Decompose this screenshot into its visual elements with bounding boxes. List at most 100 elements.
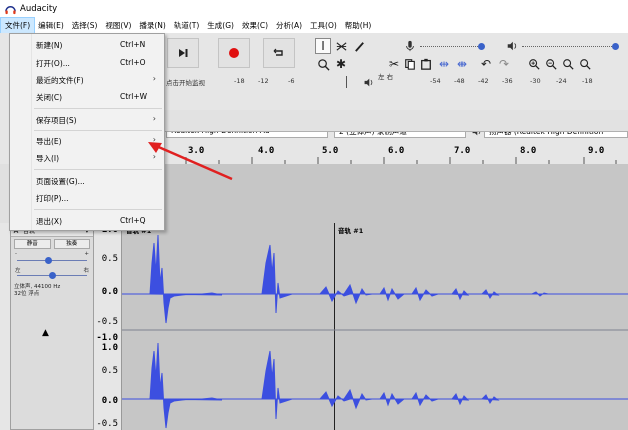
menu-generate[interactable]: 生成(G) bbox=[203, 18, 238, 33]
gain-slider[interactable]: - + bbox=[15, 251, 89, 266]
meter-divider bbox=[346, 76, 347, 88]
amp-label: 0.0 bbox=[101, 287, 118, 297]
track-info-format: 32位 浮点 bbox=[14, 291, 40, 297]
menu-bar: 文件(F) 编辑(E) 选择(S) 视图(V) 播录(N) 轨道(T) 生成(G… bbox=[0, 17, 628, 34]
rec-meter-scale-2: -12 bbox=[258, 77, 269, 85]
rec-meter-scale-3: -6 bbox=[288, 77, 295, 85]
waveform-burst bbox=[451, 288, 470, 301]
menu-item-recent-files[interactable]: 最近的文件(F) › bbox=[11, 71, 164, 89]
amp-label: 0.0 bbox=[101, 396, 118, 406]
trim-audio-icon[interactable]: ⇹ bbox=[436, 56, 452, 72]
waveform-burst bbox=[149, 342, 223, 429]
waveform-burst bbox=[149, 234, 223, 324]
menu-file[interactable]: 文件(F) bbox=[0, 17, 36, 34]
menu-edit[interactable]: 编辑(E) bbox=[34, 18, 68, 33]
menu-tracks[interactable]: 轨道(T) bbox=[170, 18, 203, 33]
skip-end-icon bbox=[179, 49, 188, 57]
menu-item-print[interactable]: 打印(P)... bbox=[11, 189, 164, 207]
play-meter-scale-3: -42 bbox=[478, 77, 489, 85]
menu-separator bbox=[34, 130, 162, 131]
window-title: Audacity bbox=[20, 4, 58, 14]
loop-button[interactable] bbox=[263, 38, 295, 68]
menu-separator bbox=[34, 108, 162, 109]
menu-analyze[interactable]: 分析(A) bbox=[272, 18, 306, 33]
pan-right-label: 右 bbox=[83, 268, 89, 274]
zoom-out-icon[interactable] bbox=[543, 56, 559, 72]
cut-icon[interactable]: ✂ bbox=[386, 56, 402, 72]
amp-label: -0.5 bbox=[96, 317, 118, 327]
speaker-icon[interactable] bbox=[504, 38, 520, 54]
pan-knob[interactable] bbox=[49, 272, 56, 279]
audacity-logo-icon bbox=[5, 5, 16, 14]
waveform-burst bbox=[261, 244, 293, 314]
fit-selection-icon[interactable] bbox=[560, 56, 576, 72]
file-menu: 新建(N) Ctrl+N 打开(O)... Ctrl+O 最近的文件(F) › … bbox=[9, 33, 165, 231]
record-button[interactable] bbox=[218, 38, 250, 68]
fit-project-icon[interactable] bbox=[577, 56, 593, 72]
menu-item-close[interactable]: 关闭(C) Ctrl+W bbox=[11, 88, 164, 106]
collapse-track-icon[interactable]: ▲ bbox=[42, 328, 49, 338]
record-volume-slider[interactable] bbox=[420, 46, 480, 47]
menu-tools[interactable]: 工具(O) bbox=[306, 18, 341, 33]
zoom-tool-icon[interactable] bbox=[315, 56, 331, 72]
menu-item-save-project[interactable]: 保存项目(S) › bbox=[11, 111, 164, 129]
envelope-tool-icon[interactable] bbox=[333, 38, 349, 54]
pan-slider[interactable]: 左 右 bbox=[15, 267, 89, 281]
amplitude-scale[interactable]: 1.0 0.5 0.0 -0.5 -1.0 1.0 0.5 0.0 -0.5 bbox=[94, 223, 122, 430]
gain-plus-label: + bbox=[84, 251, 89, 257]
meter-left-right: 左 右 bbox=[378, 73, 394, 81]
waveform-burst bbox=[411, 286, 439, 302]
record-icon bbox=[229, 48, 239, 58]
menu-select[interactable]: 选择(S) bbox=[68, 18, 102, 33]
menu-separator bbox=[34, 209, 162, 210]
redo-icon[interactable]: ↷ bbox=[496, 56, 512, 72]
pan-left-label: 左 bbox=[15, 268, 21, 274]
title-bar: Audacity bbox=[0, 0, 628, 18]
menu-transport[interactable]: 播录(N) bbox=[135, 18, 169, 33]
waveform-burst bbox=[343, 283, 373, 305]
rec-meter-scale-1: -18 bbox=[234, 77, 245, 85]
menu-item-open[interactable]: 打开(O)... Ctrl+O bbox=[11, 54, 164, 72]
playback-volume-knob[interactable] bbox=[612, 43, 619, 50]
amp-label: 0.5 bbox=[101, 254, 118, 264]
amp-label: -0.5 bbox=[96, 419, 118, 429]
loop-icon bbox=[273, 48, 283, 56]
menu-item-exit[interactable]: 退出(X) Ctrl+Q bbox=[11, 212, 164, 230]
amp-label: -1.0 bbox=[96, 333, 118, 343]
waveform-burst bbox=[480, 394, 500, 404]
waveform-burst bbox=[480, 289, 500, 299]
skip-to-end-button[interactable] bbox=[167, 38, 199, 68]
gain-knob[interactable] bbox=[45, 257, 52, 264]
playback-meter-speaker-icon bbox=[360, 74, 376, 90]
silence-audio-icon[interactable]: ⇼ bbox=[454, 56, 470, 72]
waveform-burst bbox=[379, 286, 406, 302]
zoom-in-icon[interactable] bbox=[526, 56, 542, 72]
microphone-icon[interactable] bbox=[402, 38, 418, 54]
waveform-area[interactable]: 音轨 #1 音轨 #1 bbox=[122, 223, 628, 430]
menu-effect[interactable]: 效果(C) bbox=[238, 18, 272, 33]
selection-tool-icon[interactable]: I bbox=[315, 38, 331, 54]
menu-help[interactable]: 帮助(H) bbox=[341, 18, 376, 33]
waveform-burst bbox=[343, 388, 373, 410]
copy-icon[interactable] bbox=[402, 56, 418, 72]
monitor-hint[interactable]: 点击开始监视 bbox=[166, 77, 205, 87]
waveform-burst bbox=[379, 391, 406, 407]
play-meter-scale-6: -24 bbox=[556, 77, 567, 85]
solo-button[interactable]: 独奏 bbox=[53, 239, 90, 249]
menu-item-new[interactable]: 新建(N) Ctrl+N bbox=[11, 36, 164, 54]
mute-button[interactable]: 静音 bbox=[14, 239, 51, 249]
multi-tool-icon[interactable]: ✱ bbox=[333, 56, 349, 72]
menu-view[interactable]: 视图(V) bbox=[101, 18, 135, 33]
draw-tool-icon[interactable] bbox=[351, 38, 367, 54]
play-meter-scale-7: -18 bbox=[582, 77, 593, 85]
playback-volume-slider[interactable] bbox=[522, 46, 618, 47]
undo-icon[interactable]: ↶ bbox=[478, 56, 494, 72]
play-meter-scale-2: -48 bbox=[454, 77, 465, 85]
waveform-burst bbox=[531, 291, 549, 297]
record-volume-knob[interactable] bbox=[478, 43, 485, 50]
play-meter-scale-1: -54 bbox=[430, 77, 441, 85]
chevron-right-icon: › bbox=[152, 114, 156, 123]
play-meter-scale-5: -30 bbox=[530, 77, 541, 85]
paste-icon[interactable] bbox=[418, 56, 434, 72]
waveform-burst bbox=[451, 393, 470, 406]
